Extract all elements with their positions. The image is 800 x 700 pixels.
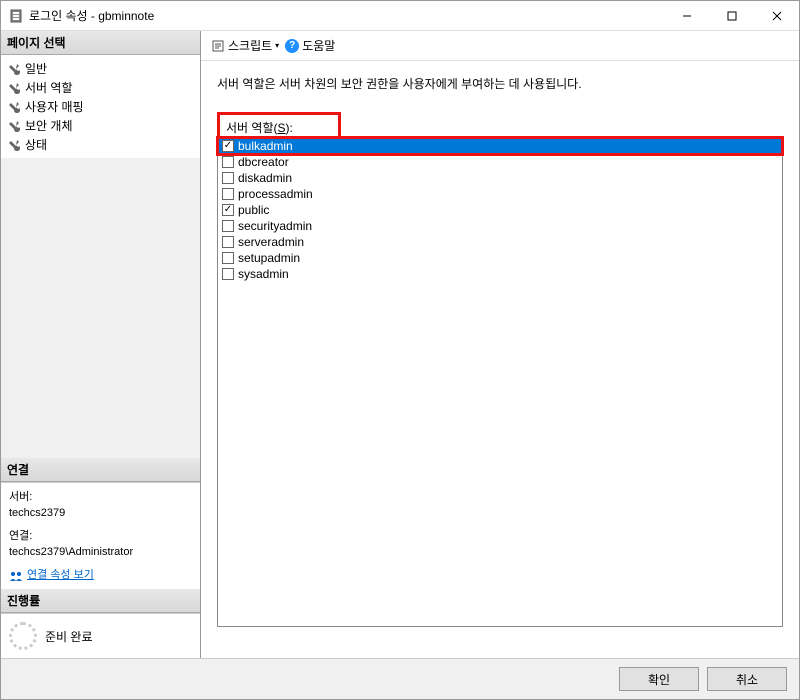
page-item-label: 상태 xyxy=(25,136,47,153)
page-item-label: 일반 xyxy=(25,60,47,77)
connection-header: 연결 xyxy=(1,458,200,482)
role-item[interactable]: diskadmin xyxy=(218,170,782,186)
connection-value: techcs2379\Administrator xyxy=(9,544,192,561)
wrench-icon xyxy=(7,100,21,114)
connection-info: 연결: techcs2379\Administrator xyxy=(9,528,192,561)
connection-label: 연결: xyxy=(9,528,192,545)
role-checkbox[interactable] xyxy=(222,252,234,264)
role-name: diskadmin xyxy=(238,171,292,185)
wrench-icon xyxy=(7,138,21,152)
role-checkbox[interactable] xyxy=(222,204,234,216)
server-value: techcs2379 xyxy=(9,505,192,522)
view-connection-text: 연결 속성 보기 xyxy=(27,567,94,584)
dropdown-arrow-icon: ▾ xyxy=(275,41,279,50)
server-info: 서버: techcs2379 xyxy=(9,489,192,522)
wrench-icon xyxy=(7,62,21,76)
role-item[interactable]: serveradmin xyxy=(218,234,782,250)
minimize-button[interactable] xyxy=(664,1,709,30)
role-item[interactable]: sysadmin xyxy=(218,266,782,282)
sidebar-page-item[interactable]: 보안 개체 xyxy=(3,116,198,135)
page-item-label: 보안 개체 xyxy=(25,117,73,134)
login-properties-window: 로그인 속성 - gbminnote 페이지 선택 일반서버 역할사용자 매핑보… xyxy=(0,0,800,700)
role-item[interactable]: bulkadmin xyxy=(218,138,782,154)
progress-panel: 준비 완료 xyxy=(1,613,200,658)
window-title: 로그인 속성 - gbminnote xyxy=(29,7,664,24)
roles-label-box: 서버 역할(S): xyxy=(217,112,341,139)
view-connection-link[interactable]: 연결 속성 보기 xyxy=(9,567,192,584)
script-button[interactable]: 스크립트 ▾ xyxy=(211,37,279,54)
page-item-label: 사용자 매핑 xyxy=(25,98,84,115)
role-checkbox[interactable] xyxy=(222,188,234,200)
role-item[interactable]: public xyxy=(218,202,782,218)
page-select-header: 페이지 선택 xyxy=(1,31,200,55)
sidebar-page-item[interactable]: 상태 xyxy=(3,135,198,154)
sidebar-spacer xyxy=(1,158,200,458)
page-item-label: 서버 역할 xyxy=(25,79,73,96)
role-checkbox[interactable] xyxy=(222,268,234,280)
help-icon: ? xyxy=(285,39,299,53)
script-icon xyxy=(211,39,225,53)
ok-button[interactable]: 확인 xyxy=(619,667,699,691)
role-checkbox[interactable] xyxy=(222,172,234,184)
role-item[interactable]: securityadmin xyxy=(218,218,782,234)
progress-header: 진행률 xyxy=(1,589,200,613)
role-name: dbcreator xyxy=(238,155,289,169)
people-icon xyxy=(9,570,23,580)
role-name: securityadmin xyxy=(238,219,312,233)
wrench-icon xyxy=(7,81,21,95)
content-area: 서버 역할은 서버 차원의 보안 권한을 사용자에게 부여하는 데 사용됩니다.… xyxy=(201,61,799,658)
page-list: 일반서버 역할사용자 매핑보안 개체상태 xyxy=(1,55,200,158)
help-button[interactable]: ? 도움말 xyxy=(285,37,335,54)
role-name: setupadmin xyxy=(238,251,300,265)
sidebar-page-item[interactable]: 서버 역할 xyxy=(3,78,198,97)
window-icon xyxy=(9,9,23,23)
window-controls xyxy=(664,1,799,30)
role-item[interactable]: dbcreator xyxy=(218,154,782,170)
maximize-button[interactable] xyxy=(709,1,754,30)
role-checkbox[interactable] xyxy=(222,236,234,248)
role-name: sysadmin xyxy=(238,267,289,281)
dialog-footer: 확인 취소 xyxy=(1,658,799,699)
role-name: serveradmin xyxy=(238,235,304,249)
roles-label: 서버 역할(S): xyxy=(226,121,293,135)
progress-status: 준비 완료 xyxy=(45,628,93,645)
toolbar: 스크립트 ▾ ? 도움말 xyxy=(201,31,799,61)
description-text: 서버 역할은 서버 차원의 보안 권한을 사용자에게 부여하는 데 사용됩니다. xyxy=(217,75,783,92)
role-name: bulkadmin xyxy=(238,139,293,153)
role-name: public xyxy=(238,203,269,217)
role-checkbox[interactable] xyxy=(222,140,234,152)
help-label: 도움말 xyxy=(302,37,335,54)
spinner-icon xyxy=(9,622,37,650)
close-button[interactable] xyxy=(754,1,799,30)
sidebar-page-item[interactable]: 일반 xyxy=(3,59,198,78)
wrench-icon xyxy=(7,119,21,133)
server-label: 서버: xyxy=(9,489,192,506)
main-panel: 스크립트 ▾ ? 도움말 서버 역할은 서버 차원의 보안 권한을 사용자에게 … xyxy=(201,31,799,658)
role-checkbox[interactable] xyxy=(222,220,234,232)
role-item[interactable]: setupadmin xyxy=(218,250,782,266)
script-label: 스크립트 xyxy=(228,37,272,54)
sidebar-page-item[interactable]: 사용자 매핑 xyxy=(3,97,198,116)
role-name: processadmin xyxy=(238,187,313,201)
role-checkbox[interactable] xyxy=(222,156,234,168)
titlebar: 로그인 속성 - gbminnote xyxy=(1,1,799,31)
role-item[interactable]: processadmin xyxy=(218,186,782,202)
body-area: 페이지 선택 일반서버 역할사용자 매핑보안 개체상태 연결 서버: techc… xyxy=(1,31,799,658)
sidebar: 페이지 선택 일반서버 역할사용자 매핑보안 개체상태 연결 서버: techc… xyxy=(1,31,201,658)
server-roles-list[interactable]: bulkadmin dbcreator diskadmin processadmin p… xyxy=(217,137,783,627)
connection-panel: 서버: techcs2379 연결: techcs2379\Administra… xyxy=(1,482,200,590)
cancel-button[interactable]: 취소 xyxy=(707,667,787,691)
